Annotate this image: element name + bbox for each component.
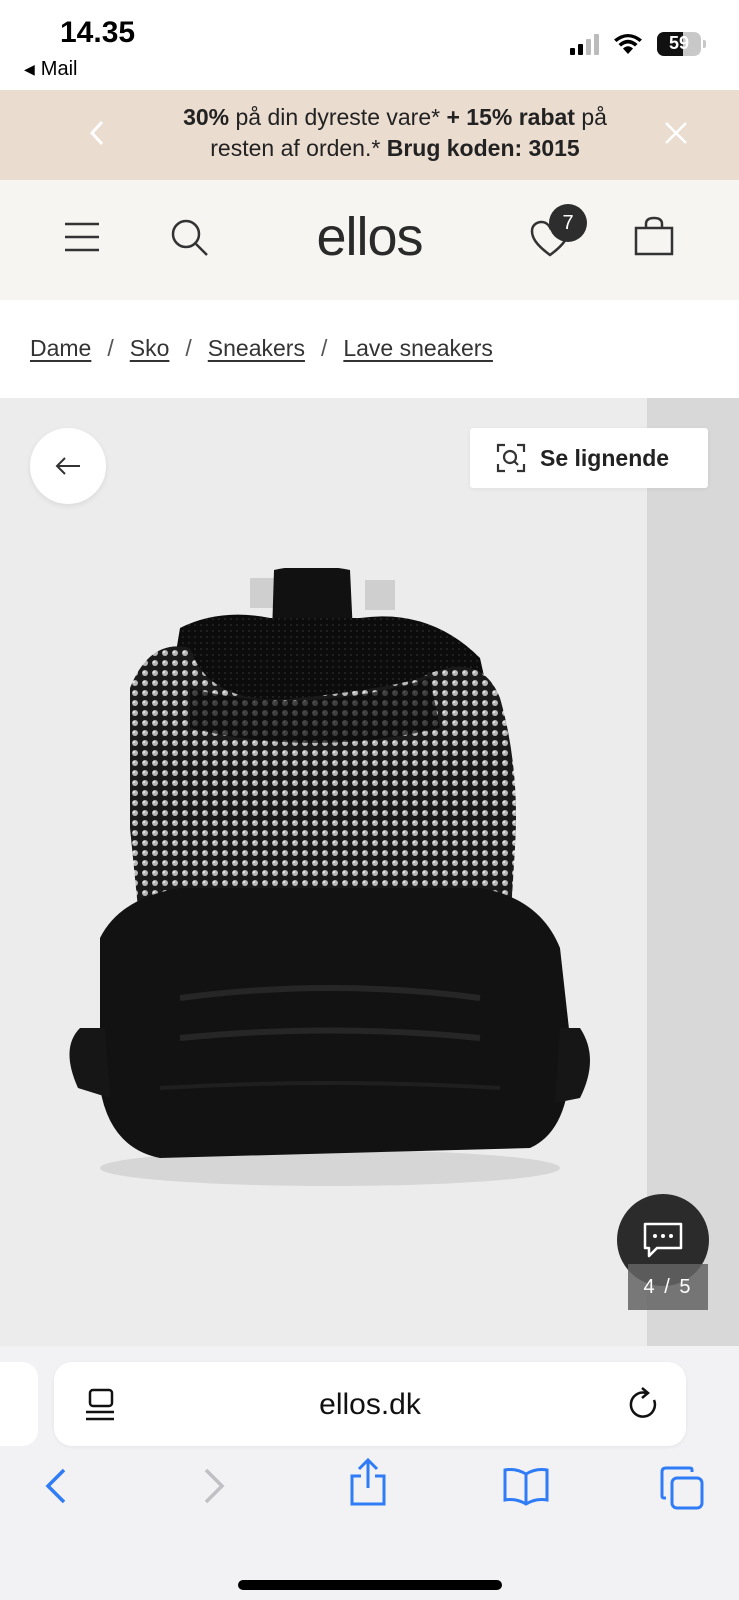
back-triangle-icon: ◀ bbox=[24, 61, 35, 77]
site-header: ellos 7 bbox=[0, 180, 739, 300]
back-app-label: Mail bbox=[40, 58, 78, 80]
browser-nav-row bbox=[0, 1458, 739, 1526]
breadcrumb-item-sneakers[interactable]: Sneakers bbox=[208, 335, 305, 362]
battery-level: 59 bbox=[668, 33, 690, 53]
promo-text: 30% på din dyreste vare* + 15% rabat på … bbox=[183, 104, 607, 161]
home-indicator bbox=[238, 1580, 502, 1590]
see-similar-button[interactable]: Se lignende bbox=[470, 428, 708, 488]
url-text: ellos.dk bbox=[319, 1388, 421, 1421]
product-image-gallery[interactable]: Se lignende 4 / 5 bbox=[0, 398, 739, 1346]
cellular-signal-icon bbox=[570, 33, 599, 55]
sneaker-product-image bbox=[69, 568, 590, 1186]
promo-banner: 30% på din dyreste vare* + 15% rabat på … bbox=[0, 90, 739, 180]
promo-close-icon[interactable] bbox=[663, 116, 689, 155]
breadcrumb-item-lave-sneakers[interactable]: Lave sneakers bbox=[343, 335, 493, 362]
reload-icon[interactable] bbox=[628, 1386, 660, 1422]
share-icon[interactable] bbox=[348, 1458, 388, 1506]
clock: 14.35 bbox=[60, 16, 136, 49]
back-button[interactable] bbox=[30, 428, 106, 504]
bookmarks-icon[interactable] bbox=[502, 1466, 550, 1506]
status-bar: 14.35 ◀ Mail 59 bbox=[0, 0, 739, 90]
previous-tab-peek[interactable] bbox=[0, 1362, 38, 1446]
arrow-left-icon bbox=[55, 457, 80, 475]
breadcrumb-separator: / bbox=[107, 335, 114, 361]
back-arrow-icon[interactable] bbox=[42, 1466, 70, 1506]
back-to-app-link[interactable]: ◀ Mail bbox=[24, 58, 77, 81]
chat-bubble-icon bbox=[643, 1222, 683, 1258]
wifi-icon bbox=[614, 34, 642, 54]
address-bar[interactable]: ellos.dk bbox=[54, 1362, 686, 1446]
battery-icon: 59 bbox=[657, 32, 706, 56]
forward-arrow-icon[interactable] bbox=[200, 1466, 228, 1506]
status-icons: 59 bbox=[570, 32, 706, 56]
promo-prev-icon[interactable] bbox=[88, 118, 106, 156]
tabs-icon[interactable] bbox=[660, 1466, 704, 1510]
see-similar-label: Se lignende bbox=[540, 444, 670, 471]
browser-toolbar: ellos.dk bbox=[0, 1346, 739, 1600]
visual-search-icon bbox=[496, 443, 526, 473]
wishlist-count-badge: 7 bbox=[549, 204, 587, 242]
breadcrumb: Dame / Sko / Sneakers / Lave sneakers bbox=[30, 335, 493, 362]
breadcrumb-item-sko[interactable]: Sko bbox=[130, 335, 170, 362]
shopping-bag-icon[interactable] bbox=[634, 216, 674, 256]
ellos-logo[interactable]: ellos bbox=[0, 206, 739, 268]
breadcrumb-separator: / bbox=[320, 335, 328, 361]
breadcrumb-separator: / bbox=[185, 335, 192, 361]
breadcrumb-item-dame[interactable]: Dame bbox=[30, 335, 91, 362]
image-counter: 4 / 5 bbox=[628, 1264, 708, 1310]
